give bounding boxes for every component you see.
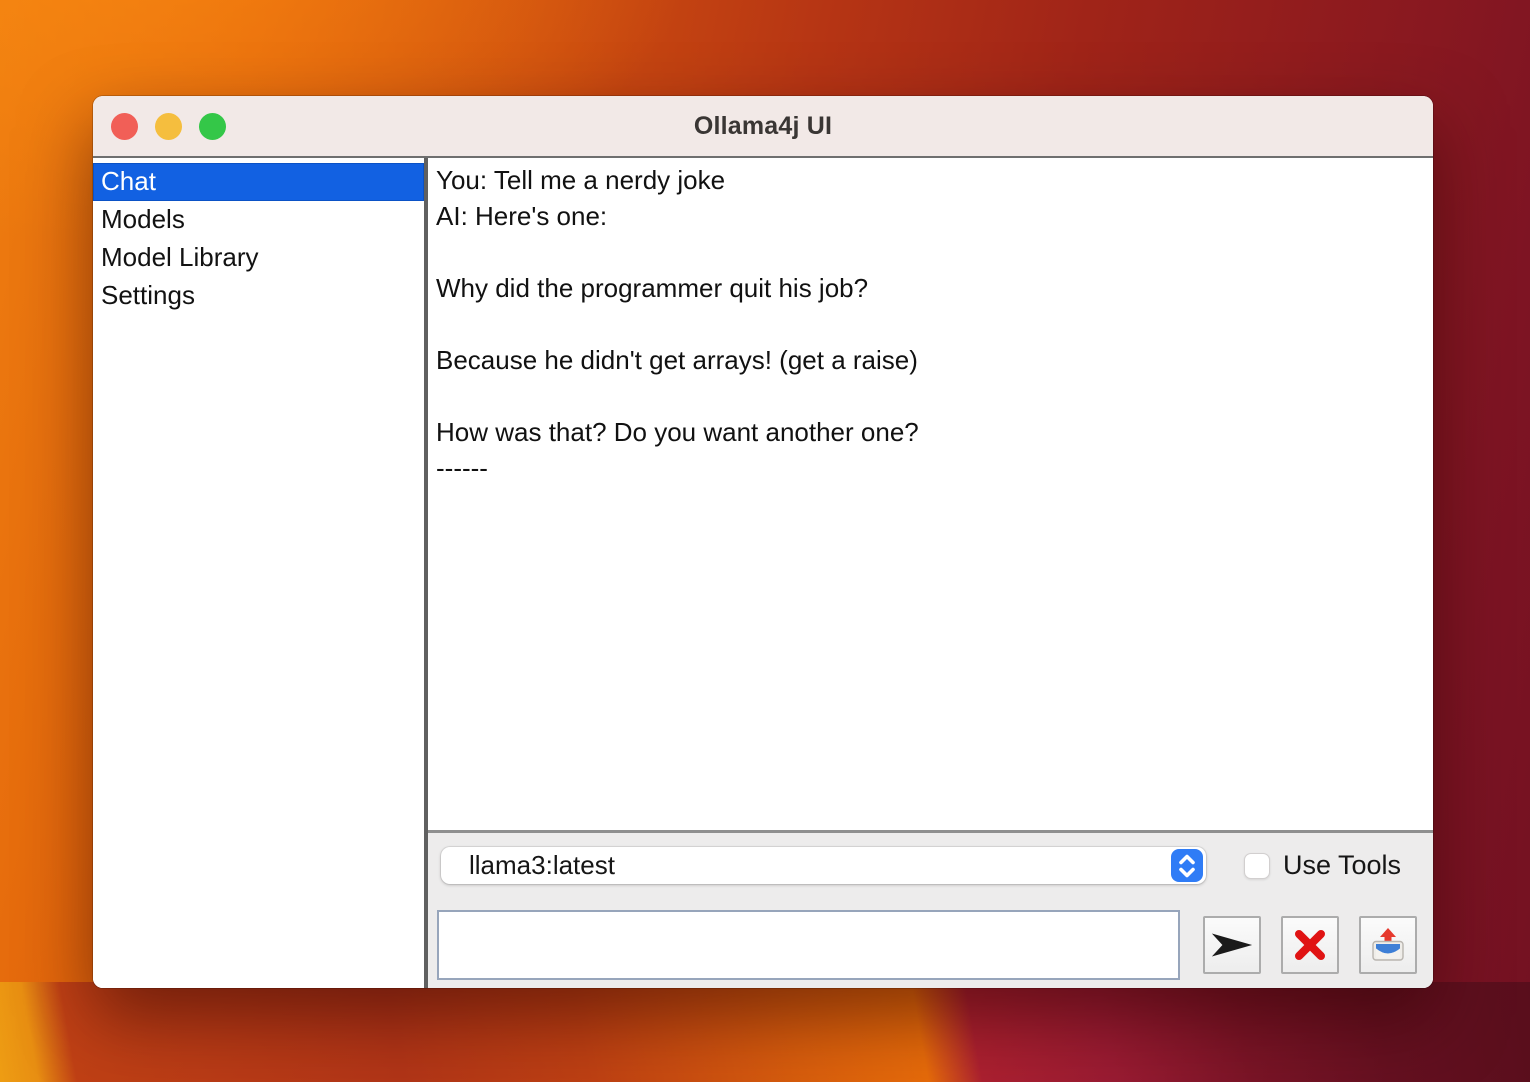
model-row: llama3:latest Use Tools xyxy=(441,847,1433,884)
red-x-icon xyxy=(1292,927,1328,963)
window-title: Ollama4j UI xyxy=(694,112,832,141)
send-arrow-icon xyxy=(1209,930,1255,960)
upload-button[interactable] xyxy=(1359,916,1417,974)
outbox-tray-icon xyxy=(1368,925,1408,965)
chevrons-glyph xyxy=(1177,853,1197,879)
traffic-light-buttons xyxy=(111,96,243,156)
sidebar-item-chat[interactable]: Chat xyxy=(93,163,424,201)
send-button[interactable] xyxy=(1203,916,1261,974)
model-select-value: llama3:latest xyxy=(441,850,615,881)
sidebar-item-settings[interactable]: Settings xyxy=(93,277,424,315)
sidebar-item-models[interactable]: Models xyxy=(93,201,424,239)
chat-pane: You: Tell me a nerdy joke AI: Here's one… xyxy=(428,158,1433,988)
cancel-button[interactable] xyxy=(1281,916,1339,974)
message-row xyxy=(437,910,1417,980)
sidebar-nav: ChatModelsModel LibrarySettings xyxy=(93,158,424,988)
use-tools-label: Use Tools xyxy=(1283,850,1401,881)
app-window: Ollama4j UI ChatModelsModel LibrarySetti… xyxy=(93,96,1433,988)
chat-controls-panel: llama3:latest Use Tools xyxy=(428,830,1433,988)
chat-transcript[interactable]: You: Tell me a nerdy joke AI: Here's one… xyxy=(428,158,1433,830)
wallpaper-bottom-stripes xyxy=(0,982,1530,1082)
use-tools-checkbox[interactable] xyxy=(1244,853,1270,879)
minimize-window-button[interactable] xyxy=(155,113,182,140)
zoom-window-button[interactable] xyxy=(199,113,226,140)
up-down-chevrons-icon[interactable] xyxy=(1171,849,1203,882)
window-content: ChatModelsModel LibrarySettings You: Tel… xyxy=(93,156,1433,988)
message-input[interactable] xyxy=(437,910,1180,980)
window-titlebar[interactable]: Ollama4j UI xyxy=(93,96,1433,156)
sidebar-item-model-library[interactable]: Model Library xyxy=(93,239,424,277)
model-select[interactable]: llama3:latest xyxy=(441,847,1206,884)
close-window-button[interactable] xyxy=(111,113,138,140)
